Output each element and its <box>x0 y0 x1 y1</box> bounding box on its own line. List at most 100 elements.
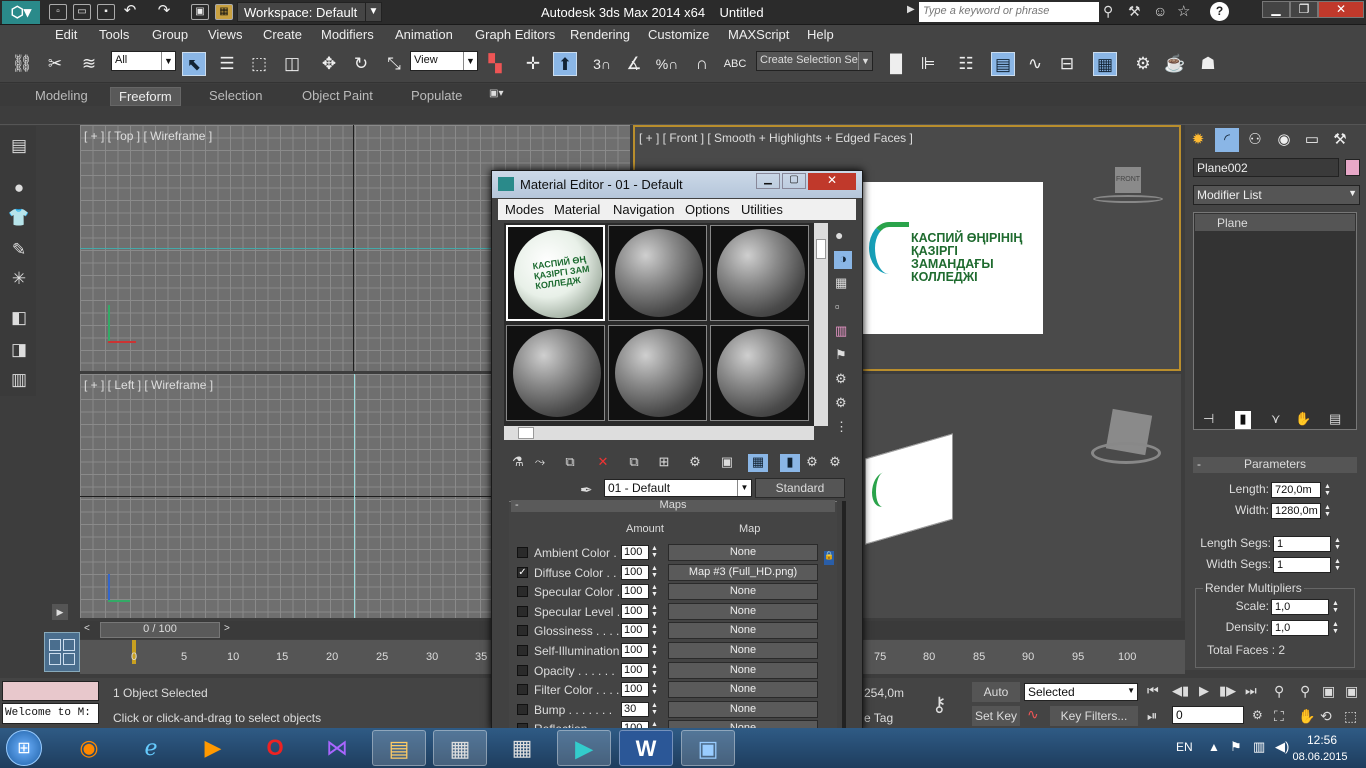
document-app-icon[interactable]: ▦ <box>433 730 487 766</box>
viewport-left-label[interactable]: [ + ] [ Left ] [ Wireframe ] <box>84 378 213 392</box>
map-slot-button[interactable]: None <box>668 642 818 659</box>
menu-graph-editors[interactable]: Graph Editors <box>475 27 555 42</box>
map-enable-checkbox[interactable] <box>517 586 528 598</box>
utilities-tab-icon[interactable]: ⚒ <box>1328 128 1352 152</box>
current-frame-field[interactable]: 0 <box>1172 706 1244 724</box>
make-preview-icon[interactable]: ⚑ <box>835 347 847 363</box>
menu-tools[interactable]: Tools <box>99 27 129 42</box>
stack-item-plane[interactable]: Plane <box>1195 214 1355 231</box>
map-amount-spinner[interactable]: 100 <box>621 662 649 678</box>
assign-to-selection-icon[interactable]: ⧉ <box>560 454 580 472</box>
go-to-parent-icon[interactable]: ⚙ <box>802 454 822 472</box>
next-frame-icon[interactable]: ▮▶ <box>1219 683 1236 699</box>
edit-named-selection-icon[interactable]: ABC <box>723 52 747 76</box>
spinner-arrows-icon[interactable]: ▲▼ <box>651 702 659 717</box>
field-of-view-icon[interactable]: ⛶ <box>1274 708 1284 725</box>
scale-icon[interactable]: ⤡ <box>382 52 406 76</box>
track-view-icon[interactable]: ◧ <box>7 308 31 330</box>
tray-expand-icon[interactable]: ▲ <box>1208 740 1220 754</box>
time-slider-thumb[interactable]: 0 / 100 <box>100 622 220 638</box>
pick-material-eyedropper-icon[interactable]: ✒ <box>580 481 593 499</box>
align-icon[interactable]: ⊫ <box>916 52 940 76</box>
key-mode-icon[interactable]: ⏯ <box>1147 708 1157 724</box>
3ds-max-taskbar-icon[interactable]: ▶ <box>557 730 611 766</box>
tab-freeform[interactable]: Freeform <box>110 87 181 106</box>
map-slot-button[interactable]: None <box>668 622 818 640</box>
map-enable-checkbox[interactable] <box>517 645 528 656</box>
angle-snap-icon[interactable]: ∡ <box>622 52 646 76</box>
spinner-arrows-icon[interactable]: ▲▼ <box>651 545 659 560</box>
person-icon[interactable]: ☺ <box>1153 3 1167 19</box>
menu-help[interactable]: Help <box>807 27 834 42</box>
rect-selection-icon[interactable]: ⬚ <box>247 52 271 76</box>
save-icon[interactable]: ▪ <box>97 4 115 20</box>
menu-maxscript[interactable]: MAXScript <box>728 27 789 42</box>
hold-icon[interactable]: ▣ <box>191 4 209 20</box>
object-name-field[interactable]: Plane002 <box>1193 158 1339 177</box>
slots-vscroll[interactable] <box>814 223 828 426</box>
tab-populate[interactable]: Populate <box>411 88 462 103</box>
density-spinner[interactable]: 1,0 ▲ ▼ <box>1271 620 1339 636</box>
modify-tab-icon[interactable]: ◜ <box>1215 128 1239 152</box>
maxscript-listener-pink[interactable] <box>2 681 99 701</box>
map-enable-checkbox[interactable] <box>517 703 528 715</box>
sample-slot-6[interactable] <box>710 325 809 421</box>
map-slot-button[interactable]: None <box>668 544 818 561</box>
pivot-center-icon[interactable]: ▚ <box>483 52 507 76</box>
ribbon-options-icon[interactable]: ▣▾ <box>489 88 513 101</box>
create-tab-icon[interactable]: ✹ <box>1186 128 1210 152</box>
map-slot-button[interactable]: None <box>668 661 818 679</box>
clock-date[interactable]: 08.06.2015 <box>1285 751 1355 763</box>
remove-modifier-icon[interactable]: ✋ <box>1295 411 1311 427</box>
prev-frame-icon[interactable]: ◀▮ <box>1172 683 1189 699</box>
uv-tiling-icon[interactable]: ▫ <box>835 299 840 314</box>
menu-create[interactable]: Create <box>263 27 302 42</box>
select-manipulate-icon[interactable]: ✛ <box>521 52 545 76</box>
tab-object-paint[interactable]: Object Paint <box>302 88 373 103</box>
viewcube-ring[interactable] <box>1091 442 1161 464</box>
scene-explorer-icon[interactable]: ▤ <box>991 52 1015 76</box>
reset-map-icon[interactable]: ✕ <box>593 454 613 472</box>
map-enable-checkbox[interactable] <box>517 684 528 696</box>
map-enable-checkbox[interactable] <box>517 605 528 617</box>
me-maximize-button[interactable]: ▢ <box>782 173 806 189</box>
lock-icon[interactable]: 🔒 <box>824 551 834 565</box>
spinner-arrows-icon[interactable]: ▲▼ <box>651 643 659 658</box>
new-icon[interactable]: ▫ <box>49 4 67 20</box>
maps-rollout-header[interactable]: - Maps <box>511 500 835 512</box>
me-menu-navigation[interactable]: Navigation <box>613 202 674 217</box>
media-player-icon[interactable]: ▶ <box>186 730 240 766</box>
menu-views[interactable]: Views <box>208 27 242 42</box>
firefox-icon[interactable]: ◉ <box>62 730 116 766</box>
spinner-arrows-icon[interactable]: ▲▼ <box>651 565 659 580</box>
motion-mixer-icon[interactable]: ▥ <box>7 370 31 392</box>
make-copy-icon[interactable]: ⧉ <box>624 454 644 472</box>
show-map-in-viewport-icon[interactable]: ▦ <box>748 454 768 472</box>
render-production-icon[interactable]: ☗ <box>1196 52 1220 76</box>
put-to-library-icon[interactable]: ⚙ <box>685 454 705 472</box>
clock-time[interactable]: 12:56 <box>1298 733 1346 747</box>
put-to-scene-icon[interactable]: ⤳ <box>530 454 550 472</box>
close-button[interactable]: ✕ <box>1318 1 1364 18</box>
menu-group[interactable]: Group <box>152 27 188 42</box>
modifier-stack[interactable]: Plane <box>1193 212 1357 430</box>
configure-sets-icon[interactable]: ▤ <box>1329 411 1341 427</box>
internet-explorer-icon[interactable]: ℯ <box>124 730 178 766</box>
language-indicator[interactable]: EN <box>1176 740 1193 754</box>
spinner-arrows-icon[interactable]: ▲▼ <box>651 584 659 599</box>
calculator-icon[interactable]: ▦ <box>495 730 549 766</box>
time-tag[interactable]: e Tag <box>864 711 893 725</box>
rotate-icon[interactable]: ↻ <box>349 52 373 76</box>
word-icon[interactable]: W <box>619 730 673 766</box>
viewport-layout-icon[interactable] <box>44 632 80 672</box>
bind-spacewarp-icon[interactable]: ≋ <box>77 52 101 76</box>
menu-animation[interactable]: Animation <box>395 27 453 42</box>
key-filters-button[interactable]: Key Filters... <box>1050 706 1138 726</box>
curve-editor-icon[interactable]: ∿ <box>1023 52 1047 76</box>
goto-end-icon[interactable]: ⏭ <box>1245 683 1257 699</box>
map-slot-button[interactable]: None <box>668 583 818 601</box>
material-type-button[interactable]: Standard <box>755 478 845 498</box>
spinner-arrows-icon[interactable]: ▲▼ <box>651 623 659 638</box>
go-forward-sibling-icon[interactable]: ⚙ <box>825 454 845 472</box>
time-prev-icon[interactable]: < <box>84 623 90 634</box>
